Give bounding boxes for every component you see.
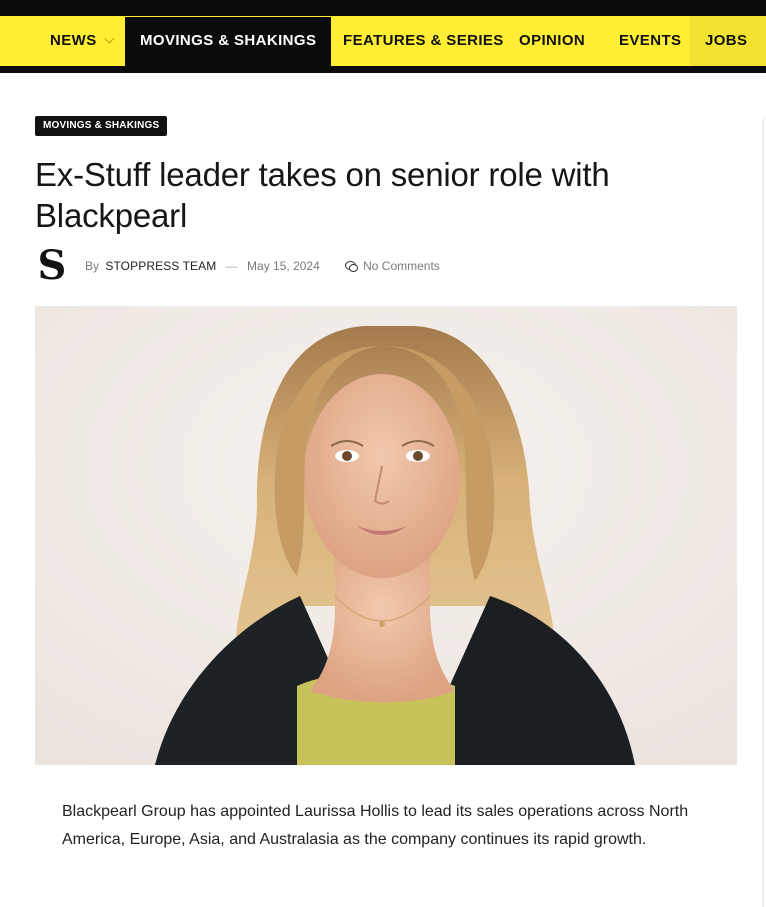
- separator-dash: —: [225, 259, 238, 273]
- author-avatar[interactable]: S: [35, 246, 69, 286]
- nav-item-label: FEATURES & SERIES: [343, 32, 504, 49]
- scrollbar-track[interactable]: [762, 118, 764, 907]
- comments-count: No Comments: [363, 259, 440, 273]
- portrait-illustration: [35, 306, 737, 765]
- nav-item-label: JOBS: [705, 32, 748, 49]
- nav-item-opinion[interactable]: OPINION: [519, 16, 585, 66]
- nav-item-label: MOVINGS & SHAKINGS: [140, 32, 317, 49]
- nav-item-events[interactable]: EVENTS: [619, 16, 681, 66]
- top-black-strip: [0, 0, 766, 16]
- nav-item-label: NEWS: [50, 32, 97, 49]
- article-meta: S By STOPPRESS TEAM — May 15, 2024 No Co…: [35, 246, 735, 286]
- nav-item-news[interactable]: NEWS: [50, 16, 114, 66]
- publish-date: May 15, 2024: [247, 259, 320, 273]
- comments-icon: [345, 261, 359, 272]
- author-link[interactable]: STOPPRESS TEAM: [105, 259, 216, 273]
- nav-item-movings-shakings[interactable]: MOVINGS & SHAKINGS: [125, 17, 332, 66]
- main-navigation: NEWS MOVINGS & SHAKINGS FEATURES & SERIE…: [0, 16, 766, 66]
- byline: By STOPPRESS TEAM — May 15, 2024 No Comm…: [85, 258, 440, 274]
- article-title: Ex-Stuff leader takes on senior role wit…: [35, 156, 610, 234]
- nav-item-label: EVENTS: [619, 32, 682, 49]
- nav-bottom-border: [0, 66, 766, 73]
- by-label: By: [85, 259, 100, 273]
- chevron-down-icon: [103, 33, 114, 44]
- nav-item-features-series[interactable]: FEATURES & SERIES: [343, 16, 504, 66]
- article-lead-paragraph: Blackpearl Group has appointed Laurissa …: [62, 803, 689, 848]
- category-badge[interactable]: MOVINGS & SHAKINGS: [35, 116, 168, 136]
- nav-item-jobs[interactable]: JOBS: [705, 16, 747, 66]
- nav-item-label: OPINION: [519, 32, 586, 49]
- comments-link[interactable]: No Comments: [345, 259, 440, 273]
- hero-image: [35, 306, 737, 765]
